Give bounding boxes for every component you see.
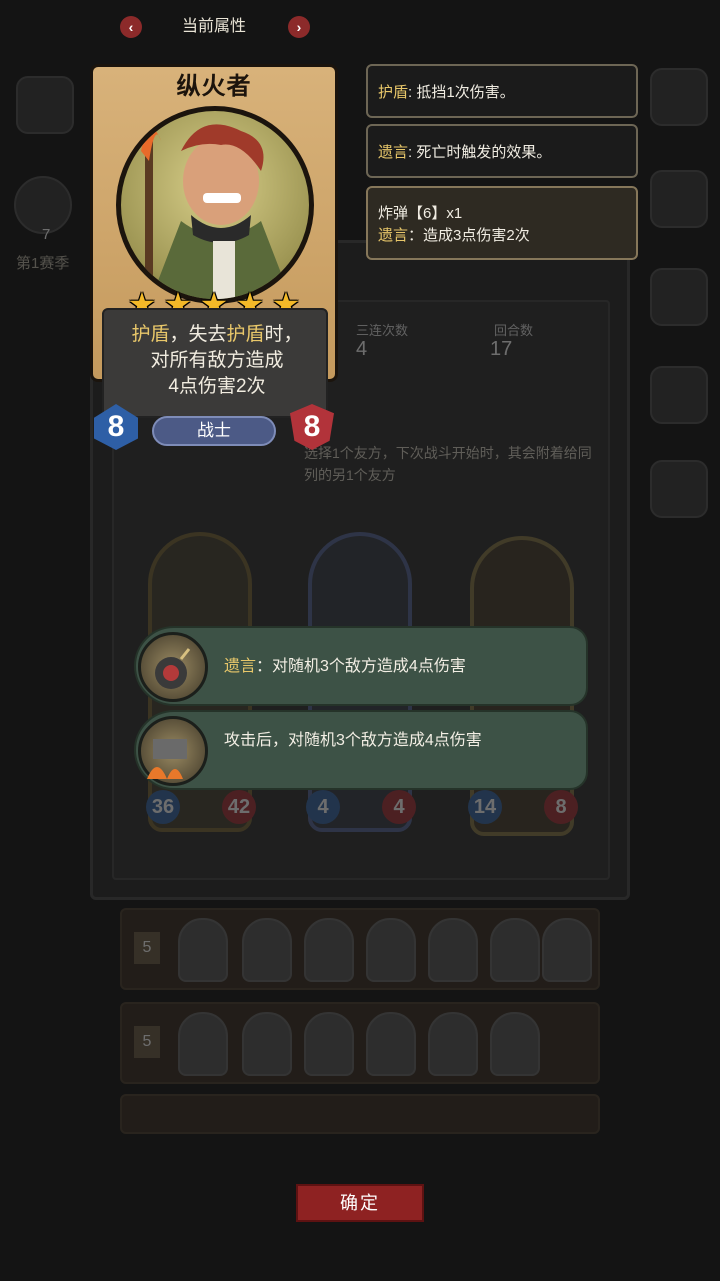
row-slot xyxy=(428,918,478,982)
minion-attack: 4 xyxy=(306,790,340,824)
catapult-fire-icon xyxy=(138,716,208,786)
right-side-icon-4 xyxy=(650,366,708,424)
prev-page-button[interactable]: ‹ xyxy=(120,16,142,38)
deathrattle-tooltip: 遗言: 死亡时触发的效果。 xyxy=(366,124,638,178)
banner-description: 攻击后，对随机3个敌方造成4点伤害 xyxy=(224,732,482,749)
banner-description: ：对随机3个敌方造成4点伤害 xyxy=(256,658,466,675)
ability-line-3: 4点伤害2次 xyxy=(168,376,266,397)
right-side-icon-3 xyxy=(650,268,708,326)
right-side-icon-2 xyxy=(650,170,708,228)
bomb-icon xyxy=(138,632,208,702)
right-side-icon-5 xyxy=(650,460,708,518)
row-slot xyxy=(304,1012,354,1076)
ability-box: 护盾，失去护盾时， 对所有敌方造成 4点伤害2次 xyxy=(102,308,328,418)
row-tier: 5 xyxy=(134,932,160,964)
ability-line-1: 护盾，失去护盾时， xyxy=(131,324,303,345)
roster-row xyxy=(120,1094,600,1134)
row-tier: 5 xyxy=(134,1026,160,1058)
minion-attack: 36 xyxy=(146,790,180,824)
ability-line-2: 对所有敌方造成 xyxy=(150,350,284,371)
deathrattle-keyword: 遗言 xyxy=(378,144,409,161)
right-side-icon-1 xyxy=(650,68,708,126)
shield-tooltip: 护盾: 抵挡1次伤害。 xyxy=(366,64,638,118)
round-count-label: 回合数 xyxy=(494,323,534,338)
health-badge: 8 xyxy=(290,404,334,450)
row-slot xyxy=(366,1012,416,1076)
class-label: 战士 xyxy=(152,416,276,446)
minion-attack: 14 xyxy=(468,790,502,824)
deathrattle-description: : 死亡时触发的效果。 xyxy=(408,144,552,161)
row-slot xyxy=(542,918,592,982)
row-slot xyxy=(242,1012,292,1076)
minion-health: 8 xyxy=(544,790,578,824)
shield-keyword: 护盾 xyxy=(378,84,409,101)
next-page-button[interactable]: › xyxy=(288,16,310,38)
row-slot xyxy=(178,1012,228,1076)
hero-portrait xyxy=(116,106,314,304)
triple-count-label: 三连次数 xyxy=(356,323,409,338)
minion-health: 42 xyxy=(222,790,256,824)
arsonist-portrait-icon xyxy=(141,121,291,299)
card-name: 纵火者 xyxy=(176,73,252,100)
row-slot xyxy=(490,1012,540,1076)
triple-count-value: 4 xyxy=(356,338,368,360)
roster-row: 5 xyxy=(120,908,600,990)
banner-text: 遗言：对随机3个敌方造成4点伤害 xyxy=(224,656,524,678)
round-count-value: 17 xyxy=(490,338,513,360)
background-description: 选择1个友方，下次战斗开始时，其会附着给同列的另1个友方 xyxy=(304,445,592,483)
banner-keyword: 遗言 xyxy=(224,658,257,675)
roster-row: 5 xyxy=(120,1002,600,1084)
bomb-keyword: 遗言 xyxy=(378,227,409,244)
row-slot xyxy=(304,918,354,982)
attack-effect-banner: 攻击后，对随机3个敌方造成4点伤害 xyxy=(134,710,588,790)
side-badge: 7 xyxy=(42,226,51,243)
bomb-title: 炸弹【6】x1 xyxy=(378,205,463,222)
bomb-tooltip: 炸弹【6】x1 遗言：造成3点伤害2次 xyxy=(366,186,638,260)
row-slot xyxy=(366,918,416,982)
ability-text: 护盾，失去护盾时， 对所有敌方造成 4点伤害2次 xyxy=(104,322,330,400)
shield-description: : 抵挡1次伤害。 xyxy=(408,84,515,101)
season-label: 第1赛季 xyxy=(16,255,70,272)
deathrattle-effect-banner: 遗言：对随机3个敌方造成4点伤害 xyxy=(134,626,588,706)
page-title: 当前属性 xyxy=(181,18,246,35)
row-slot xyxy=(428,1012,478,1076)
row-slot xyxy=(242,918,292,982)
left-side-avatar-icon xyxy=(16,76,74,134)
minion-health: 4 xyxy=(382,790,416,824)
hero-card: 纵火者 ★ ★ ★ ★ ★ 护盾，失去护盾时， 对所有敌方造成 4点伤害2次 8… xyxy=(90,64,338,452)
row-slot xyxy=(178,918,228,982)
confirm-button[interactable]: 确定 xyxy=(296,1184,424,1222)
bomb-description: ：造成3点伤害2次 xyxy=(408,227,530,244)
row-slot xyxy=(490,918,540,982)
